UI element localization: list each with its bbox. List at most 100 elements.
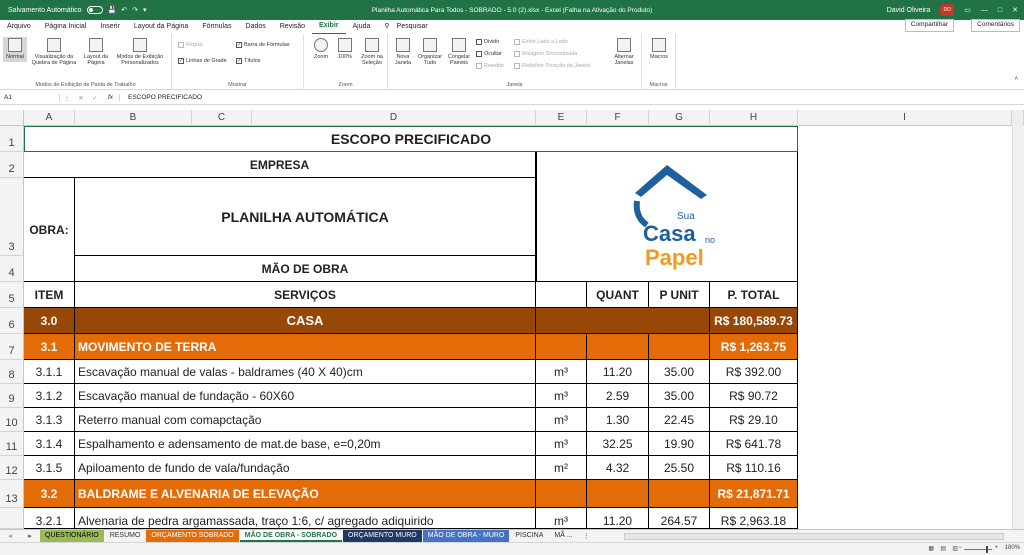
tab-pagina-inicial[interactable]: Página Inicial (38, 20, 94, 34)
table-row-desc[interactable]: Espalhamento e adensamento de mat.de bas… (75, 432, 536, 456)
company-label[interactable]: EMPRESA (24, 152, 536, 178)
table-row-total[interactable]: R$ 29.10 (710, 408, 798, 432)
enter-icon[interactable]: ✓ (88, 94, 102, 102)
tab-scroll-right-icon[interactable]: ▸ (20, 532, 40, 540)
header-quant[interactable]: QUANT (587, 282, 649, 308)
arrange-all-button[interactable]: Organizar Tudo (416, 38, 444, 66)
row-header[interactable]: 11 (0, 432, 24, 456)
horizontal-scrollbar[interactable] (624, 533, 1004, 540)
redo-icon[interactable]: ↷ (132, 6, 138, 14)
cancel-icon[interactable]: ✕ (74, 94, 88, 102)
sheet-tab-mao-de-obra-muro[interactable]: MÃO DE OBRA - MURO (422, 530, 510, 542)
section-name[interactable]: BALDRAME E ALVENARIA DE ELEVAÇÃO (75, 480, 536, 508)
table-row-item[interactable]: 3.1.1 (24, 360, 75, 384)
table-row-punit[interactable]: 264.57 (649, 508, 710, 529)
section-empty[interactable] (587, 480, 649, 508)
function-icon[interactable]: fx (102, 94, 120, 101)
sheet-tab-more[interactable]: MÃ ... (549, 530, 577, 542)
col-header[interactable]: D (252, 110, 536, 126)
header-unit[interactable] (536, 282, 587, 308)
col-header[interactable]: E (536, 110, 587, 126)
table-row-item[interactable]: 3.1.5 (24, 456, 75, 480)
casa-total[interactable]: R$ 180,589.73 (710, 308, 798, 334)
table-row-punit[interactable]: 25.50 (649, 456, 710, 480)
table-row-desc[interactable]: Reterro manual com comapctação (75, 408, 536, 432)
customize-icon[interactable]: ▾ (143, 6, 147, 14)
reset-position-button[interactable]: Redefinir Posição da Janela (514, 63, 591, 69)
table-row-punit[interactable]: 35.00 (649, 360, 710, 384)
section-empty[interactable] (649, 334, 710, 360)
table-row-punit[interactable]: 22.45 (649, 408, 710, 432)
table-row-item[interactable]: 3.2.1 (24, 508, 75, 529)
header-ptotal[interactable]: P. TOTAL (710, 282, 798, 308)
table-row-unit[interactable]: m³ (536, 360, 587, 384)
gridlines-checkbox[interactable]: ✓ Linhas de Grade (178, 58, 227, 64)
table-row-item[interactable]: 3.1.3 (24, 408, 75, 432)
section-item[interactable]: 3.1 (24, 334, 75, 360)
sheet-tab-orcamento-sobrado[interactable]: ORÇAMENTO SOBRADO (146, 530, 239, 542)
section-empty[interactable] (536, 480, 587, 508)
undo-icon[interactable]: ↶ (121, 6, 127, 14)
tab-formulas[interactable]: Fórmulas (195, 20, 238, 34)
table-row-desc[interactable]: Apiloamento de fundo de vala/fundação (75, 456, 536, 480)
zoom-out-icon[interactable]: − (958, 545, 962, 551)
sheet-tab-resumo[interactable]: RESUMO (105, 530, 146, 542)
select-all-corner[interactable] (0, 110, 24, 126)
col-header[interactable]: H (710, 110, 798, 126)
side-by-side-button[interactable]: Exibir Lado a Lado (514, 39, 568, 45)
table-row-quant[interactable]: 2.59 (587, 384, 649, 408)
table-row-item[interactable]: 3.1.2 (24, 384, 75, 408)
section-empty[interactable] (649, 480, 710, 508)
save-icon[interactable]: 💾 (108, 6, 117, 14)
sheet-tab-piscina[interactable]: PISCINA (510, 530, 548, 542)
casa-item[interactable]: 3.0 (24, 308, 75, 334)
hide-button[interactable]: Ocultar (476, 51, 502, 57)
col-header[interactable]: B (75, 110, 192, 126)
freeze-panes-button[interactable]: Congelar Painéis (445, 38, 473, 66)
casa-name[interactable]: CASA (75, 308, 536, 334)
section-empty[interactable] (536, 334, 587, 360)
sheet-tab-mao-de-obra-sobrado[interactable]: MÃO DE OBRA - SOBRADO (239, 530, 343, 542)
share-button[interactable]: Compartilhar (904, 19, 954, 32)
tab-ajuda[interactable]: Ajuda (346, 20, 378, 34)
row-header[interactable] (0, 508, 24, 529)
spreadsheet-name[interactable]: PLANILHA AUTOMÁTICA (75, 178, 536, 256)
table-row-punit[interactable]: 35.00 (649, 384, 710, 408)
table-row-unit[interactable]: m³ (536, 508, 587, 529)
macros-button[interactable]: Macros (646, 38, 672, 60)
comments-button[interactable]: Comentários (971, 19, 1020, 32)
zoom-selection-button[interactable]: Zoom na Seleção (358, 38, 386, 66)
col-header[interactable]: F (587, 110, 649, 126)
labor-label[interactable]: MÃO DE OBRA (75, 256, 536, 282)
row-header[interactable]: 4 (0, 256, 24, 282)
close-icon[interactable]: ✕ (1012, 6, 1018, 14)
unhide-button[interactable]: Reexibir (476, 63, 504, 69)
row-header[interactable]: 12 (0, 456, 24, 480)
table-row-punit[interactable]: 19.90 (649, 432, 710, 456)
tab-scroll-left-icon[interactable]: ◂ (0, 532, 20, 540)
section-total[interactable]: R$ 1,263.75 (710, 334, 798, 360)
tab-exibir[interactable]: Exibir (312, 19, 346, 35)
maximize-icon[interactable]: □ (998, 7, 1002, 14)
row-header[interactable]: 9 (0, 384, 24, 408)
row-header[interactable]: 7 (0, 334, 24, 360)
row-header[interactable]: 10 (0, 408, 24, 432)
row-header[interactable]: 13 (0, 480, 24, 508)
tab-dados[interactable]: Dados (239, 20, 273, 34)
section-total[interactable]: R$ 21,871.71 (710, 480, 798, 508)
tab-options-icon[interactable]: ⋮ (583, 532, 590, 540)
scrollbar-track[interactable] (1012, 110, 1024, 126)
tab-layout[interactable]: Layout da Página (127, 20, 196, 34)
page-layout-view-icon[interactable]: ▤ (940, 545, 946, 552)
casa-empty[interactable] (536, 308, 710, 334)
vertical-scrollbar[interactable] (1012, 126, 1024, 529)
custom-views-button[interactable]: Modos de Exibição Personalizados (112, 38, 168, 66)
normal-view-icon[interactable]: ▦ (928, 545, 934, 552)
section-empty[interactable] (587, 334, 649, 360)
table-row-total[interactable]: R$ 110.16 (710, 456, 798, 480)
row-header[interactable]: 6 (0, 308, 24, 334)
zoom-in-icon[interactable]: + (994, 545, 998, 551)
table-row-unit[interactable]: m³ (536, 408, 587, 432)
normal-button[interactable]: Normal (3, 37, 27, 62)
user-name[interactable]: David Oliveira (887, 7, 931, 14)
